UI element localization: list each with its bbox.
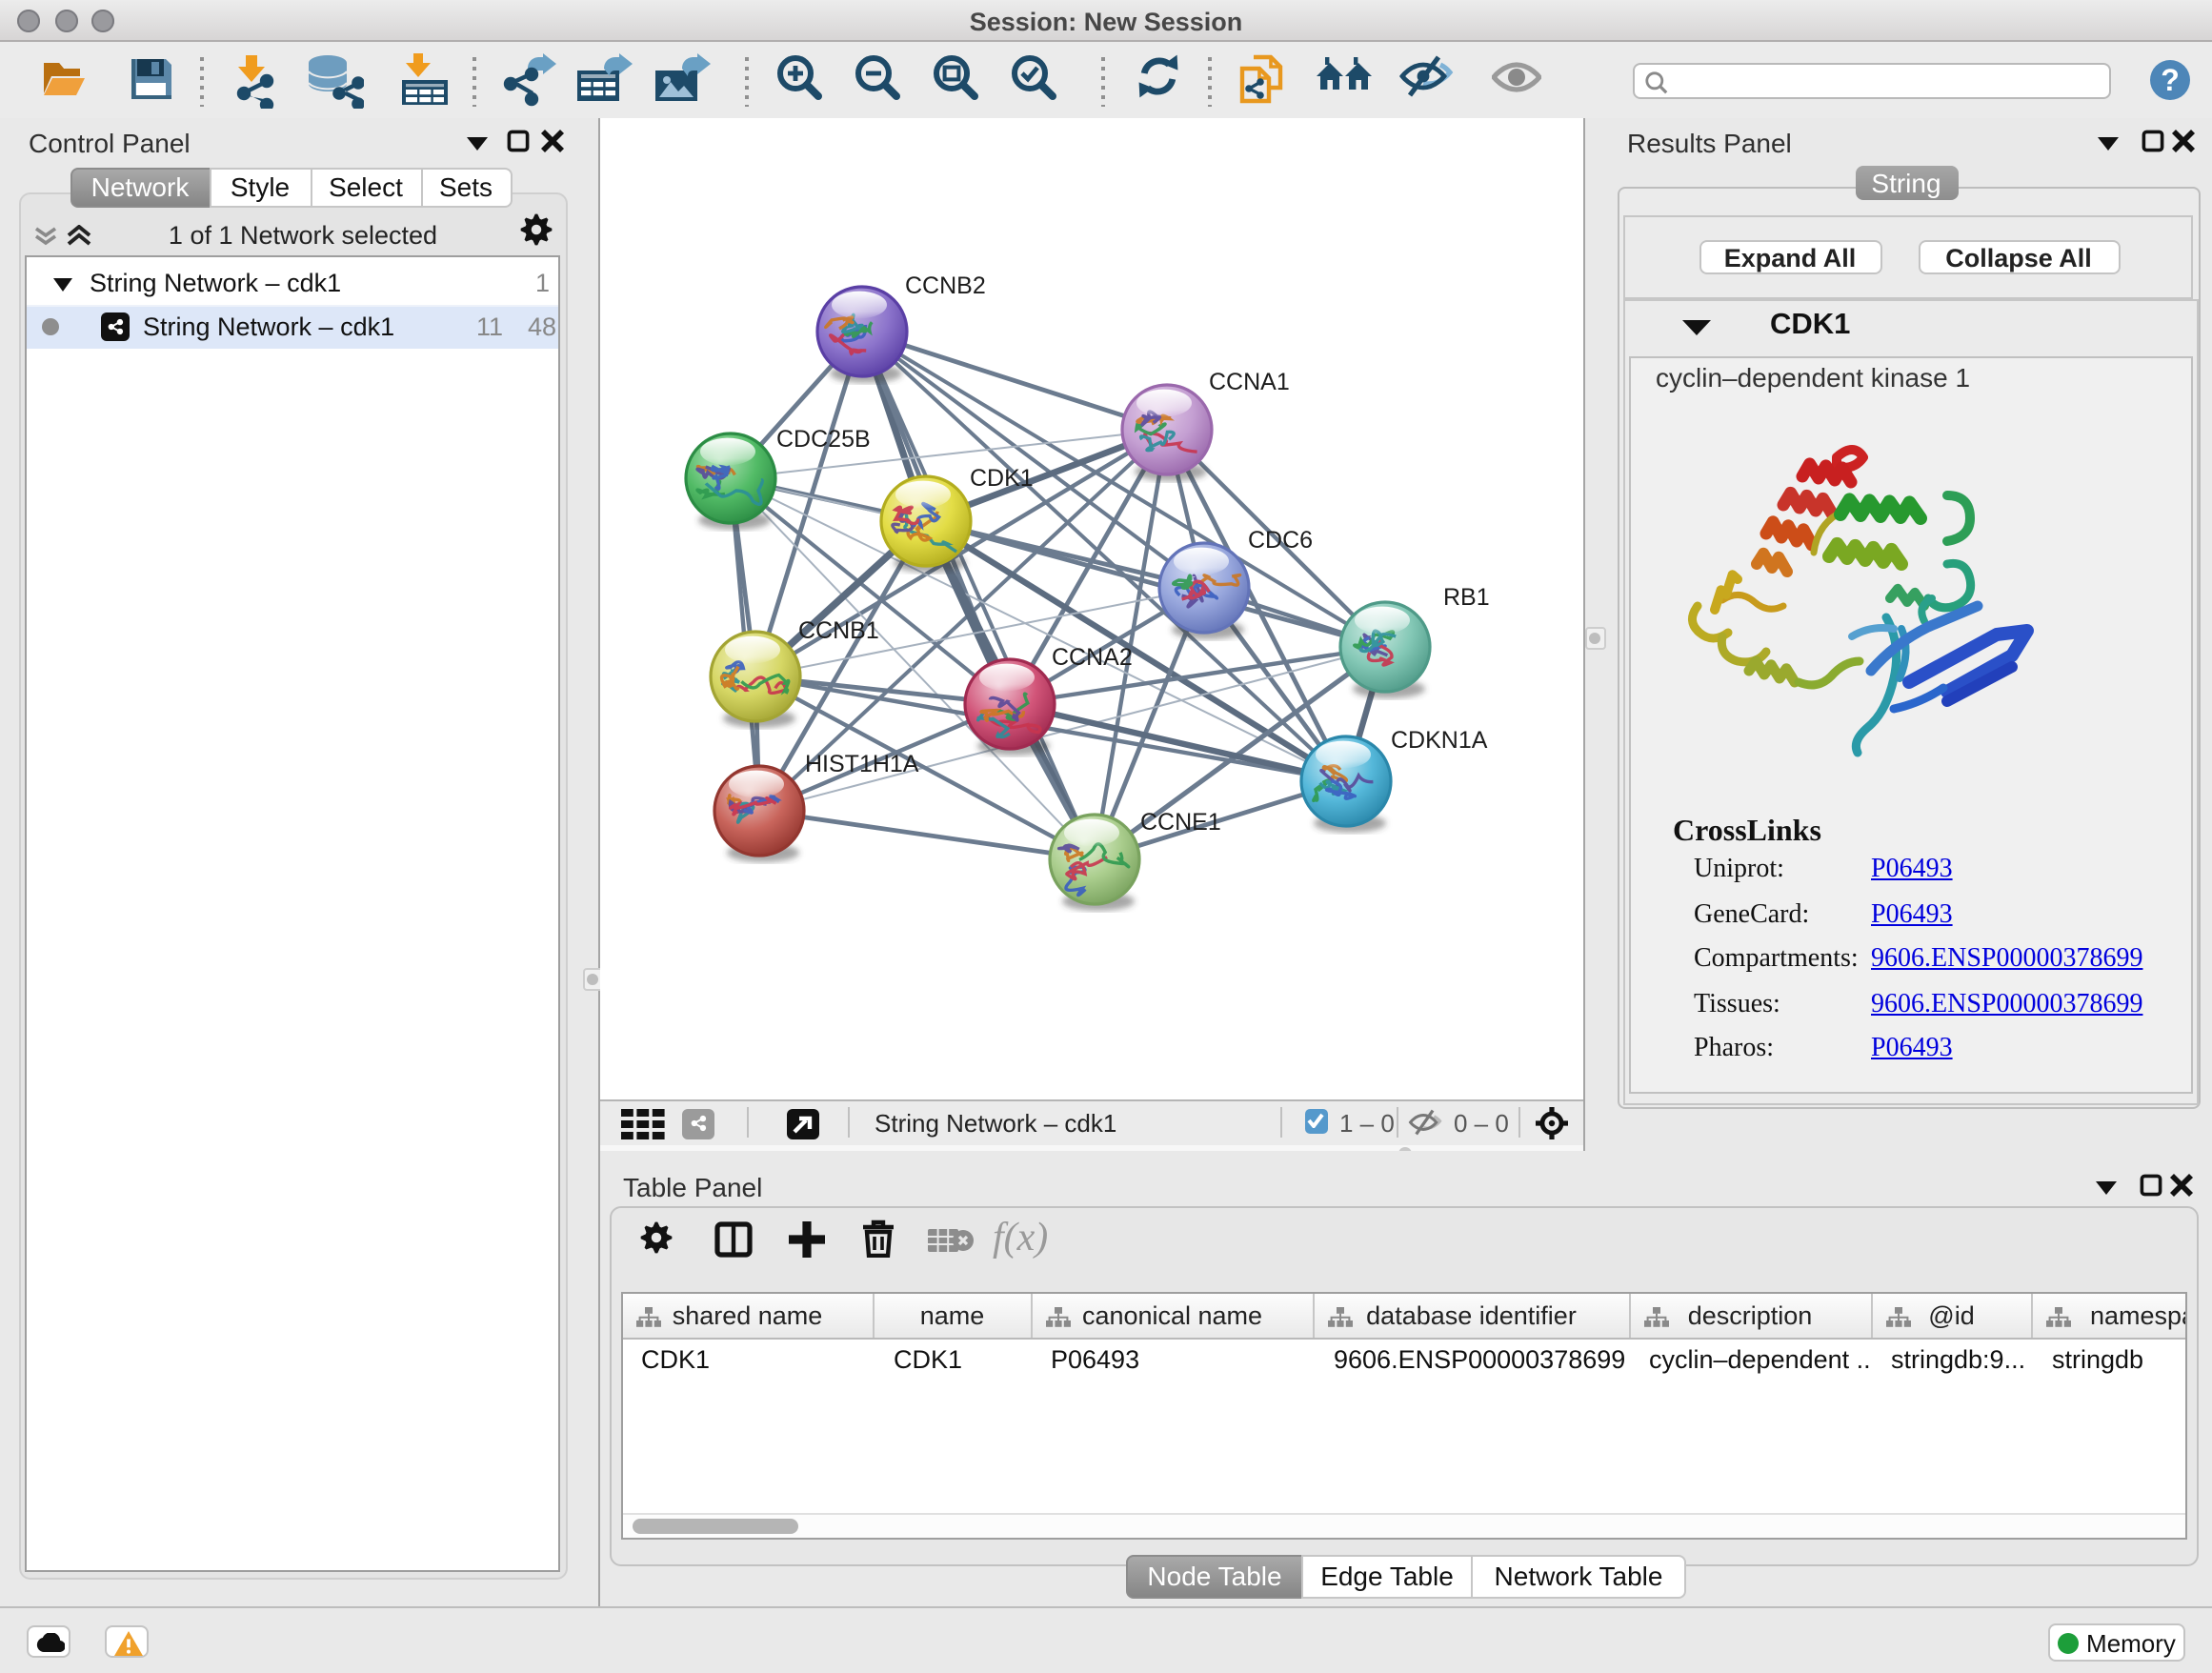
svg-text:CDK1: CDK1	[970, 465, 1034, 492]
svg-text:CCNA1: CCNA1	[1209, 369, 1290, 395]
svg-text:CDKN1A: CDKN1A	[1391, 727, 1488, 754]
svg-text:RB1: RB1	[1443, 584, 1490, 611]
svg-text:?: ?	[2161, 63, 2180, 97]
svg-text:CCNB2: CCNB2	[905, 272, 986, 299]
svg-text:CCNB1: CCNB1	[798, 617, 879, 644]
svg-text:CDC25B: CDC25B	[776, 426, 871, 453]
svg-text:CDC6: CDC6	[1248, 527, 1313, 554]
svg-text:HIST1H1A: HIST1H1A	[805, 751, 919, 777]
svg-text:CCNA2: CCNA2	[1052, 644, 1133, 671]
svg-text:CCNE1: CCNE1	[1140, 809, 1221, 836]
